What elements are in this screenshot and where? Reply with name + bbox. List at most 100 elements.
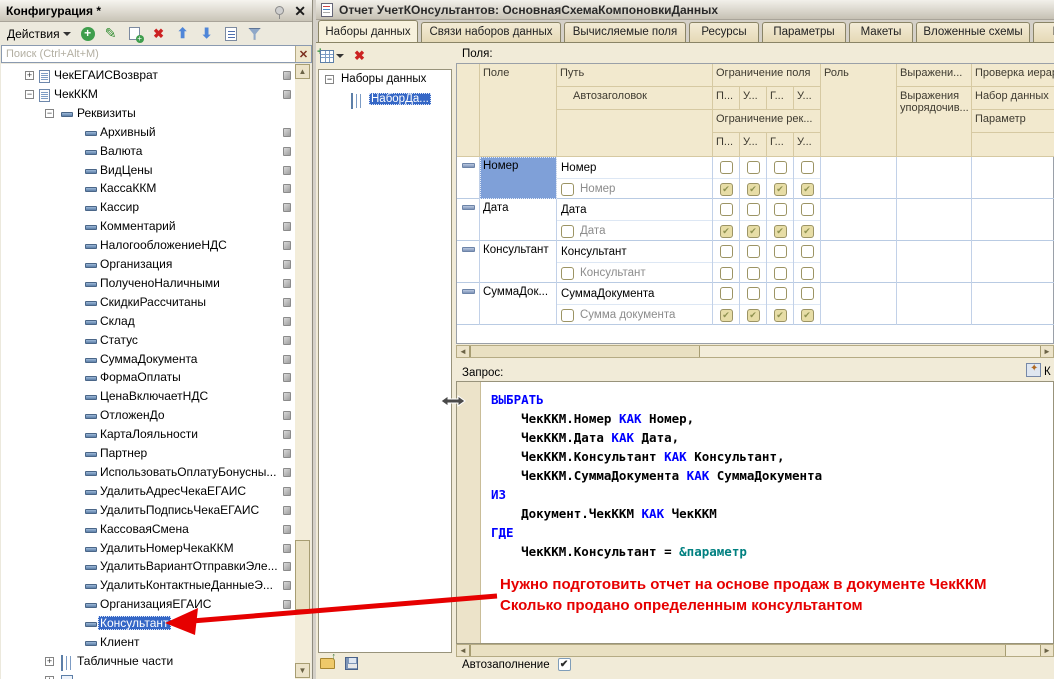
tab-1[interactable]: Наборы данных <box>318 20 418 42</box>
scroll-up-icon[interactable]: ▲ <box>295 64 310 79</box>
field-restriction-checkbox[interactable] <box>747 287 760 300</box>
tree-item[interactable]: УдалитьАдресЧекаЕГАИС <box>1 482 295 501</box>
scroll-left-icon[interactable]: ◄ <box>457 645 470 656</box>
record-restriction-checkbox[interactable]: ✔ <box>747 309 760 322</box>
tree-item[interactable]: ЦенаВключаетНДС <box>1 387 295 406</box>
hierarchy-cell[interactable] <box>972 283 1054 325</box>
move-up-button[interactable]: ⬆ <box>175 26 191 42</box>
tab-2[interactable]: Связи наборов данных <box>421 22 561 42</box>
query-builder-icon[interactable] <box>1026 363 1041 377</box>
collapse-icon[interactable]: − <box>25 90 34 99</box>
row-grip[interactable] <box>457 283 480 325</box>
expression-cell[interactable] <box>897 283 972 325</box>
report-titlebar[interactable]: Отчет УчетКОнсультантов: ОсновнаяСхемаКо… <box>316 0 1054 20</box>
hierarchy-cell[interactable] <box>972 157 1054 199</box>
field-restriction-checkbox[interactable] <box>801 203 814 216</box>
tree-item[interactable]: СуммаДокумента <box>1 350 295 369</box>
record-restriction-checkbox[interactable]: ✔ <box>801 309 814 322</box>
field-restriction-checkbox[interactable] <box>720 203 733 216</box>
pin-icon[interactable] <box>275 6 284 15</box>
tab-7[interactable]: Вложенные схемы <box>916 22 1030 42</box>
row-grip[interactable] <box>457 157 480 199</box>
tab-3[interactable]: Вычисляемые поля <box>564 22 686 42</box>
tree-item[interactable]: +ЧекЕГАИСВозврат <box>1 66 295 85</box>
record-restriction-checkbox[interactable] <box>801 267 814 280</box>
record-restriction-checkbox[interactable] <box>747 267 760 280</box>
add-button[interactable]: + <box>81 27 95 41</box>
fields-grid[interactable]: Поле Путь Автозаголовок Ограничение поля… <box>456 63 1054 344</box>
field-restriction-checkbox[interactable] <box>747 245 760 258</box>
tree-item[interactable]: Кассир <box>1 198 295 217</box>
field-restriction-checkbox[interactable] <box>720 161 733 174</box>
record-restriction-checkbox[interactable] <box>774 267 787 280</box>
search-input[interactable]: Поиск (Ctrl+Alt+M) ✕ <box>1 45 312 63</box>
tab-4[interactable]: Ресурсы <box>689 22 759 42</box>
fields-horizontal-scrollbar[interactable]: ◄ ► <box>456 345 1054 358</box>
scrollbar-thumb[interactable] <box>470 645 1006 656</box>
tree-item[interactable]: ФормаОплаты <box>1 368 295 387</box>
move-down-button[interactable]: ⬇ <box>199 26 215 42</box>
tree-item[interactable]: −Реквизиты <box>1 104 295 123</box>
record-restriction-checkbox[interactable]: ✔ <box>801 183 814 196</box>
field-restriction-checkbox[interactable] <box>774 203 787 216</box>
autoheader-checkbox[interactable] <box>561 267 574 280</box>
tree-item[interactable]: УдалитьВариантОтправкиЭле... <box>1 557 295 576</box>
delete-dataset-button[interactable]: ✖ <box>354 48 365 64</box>
field-path-cell[interactable]: СуммаДокументаСумма документа <box>557 283 713 325</box>
tree-item[interactable]: Комментарий <box>1 217 295 236</box>
field-name-cell[interactable]: СуммаДок... <box>480 283 557 325</box>
tree-vertical-scrollbar[interactable]: ▲ ▼ <box>295 64 311 679</box>
tree-item[interactable]: КассаККМ <box>1 179 295 198</box>
autofill-checkbox[interactable]: ✔ <box>558 658 571 671</box>
query-builder-label[interactable]: К <box>1044 366 1051 378</box>
field-path-cell[interactable]: НомерНомер <box>557 157 713 199</box>
tree-item[interactable]: −ЧекККМ <box>1 85 295 104</box>
field-name-cell[interactable]: Дата <box>480 199 557 241</box>
tree-item[interactable]: ОрганизацияЕГАИС <box>1 595 295 614</box>
delete-button[interactable]: ✖ <box>151 26 167 42</box>
field-row[interactable]: ДатаДатаДата✔✔✔✔ <box>457 199 1054 241</box>
sort-list-button[interactable] <box>223 26 239 42</box>
expression-cell[interactable] <box>897 241 972 283</box>
record-restriction-checkbox[interactable]: ✔ <box>774 309 787 322</box>
tree-item[interactable]: ОтложенДо <box>1 406 295 425</box>
autoheader-checkbox[interactable] <box>561 225 574 238</box>
record-restriction-checkbox[interactable]: ✔ <box>720 183 733 196</box>
actions-button[interactable]: Действия <box>5 26 73 42</box>
expression-cell[interactable] <box>897 157 972 199</box>
hierarchy-cell[interactable] <box>972 241 1054 283</box>
tree-item[interactable]: УдалитьПодписьЧекаЕГАИС <box>1 501 295 520</box>
tree-item[interactable]: КартаЛояльности <box>1 425 295 444</box>
tree-item[interactable]: КассоваяСмена <box>1 520 295 539</box>
role-cell[interactable] <box>821 199 897 241</box>
field-restriction-checkbox[interactable] <box>747 203 760 216</box>
copy-button[interactable]: + <box>127 26 143 42</box>
tree-item[interactable]: Валюта <box>1 142 295 161</box>
query-horizontal-scrollbar[interactable]: ◄ ► <box>456 644 1054 657</box>
tree-item[interactable]: +Табличные части <box>1 652 295 671</box>
tree-item[interactable]: Партнер <box>1 444 295 463</box>
record-restriction-checkbox[interactable]: ✔ <box>774 183 787 196</box>
tree-item[interactable]: Архивный <box>1 123 295 142</box>
tree-item[interactable]: Консультант <box>1 614 295 633</box>
record-restriction-checkbox[interactable]: ✔ <box>801 225 814 238</box>
row-grip[interactable] <box>457 241 480 283</box>
scroll-down-icon[interactable]: ▼ <box>295 663 310 678</box>
field-restriction-checkbox[interactable] <box>801 287 814 300</box>
field-name-cell[interactable]: Консультант <box>480 241 557 283</box>
field-restriction-checkbox[interactable] <box>801 245 814 258</box>
field-row[interactable]: СуммаДок...СуммаДокументаСумма документа… <box>457 283 1054 325</box>
scrollbar-thumb[interactable] <box>295 540 310 610</box>
tab-8[interactable]: На <box>1033 22 1054 42</box>
collapse-icon[interactable]: − <box>325 75 334 84</box>
field-restriction-checkbox[interactable] <box>720 245 733 258</box>
collapse-icon[interactable]: − <box>45 109 54 118</box>
dataset-item[interactable]: НаборДа... <box>319 90 451 110</box>
tree-item[interactable]: НалогообложениеНДС <box>1 236 295 255</box>
record-restriction-checkbox[interactable]: ✔ <box>720 225 733 238</box>
field-restriction-checkbox[interactable] <box>747 161 760 174</box>
search-clear-icon[interactable]: ✕ <box>295 46 311 62</box>
tree-item[interactable]: Статус <box>1 331 295 350</box>
scroll-right-icon[interactable]: ► <box>1040 645 1053 656</box>
scroll-left-icon[interactable]: ◄ <box>457 346 470 357</box>
